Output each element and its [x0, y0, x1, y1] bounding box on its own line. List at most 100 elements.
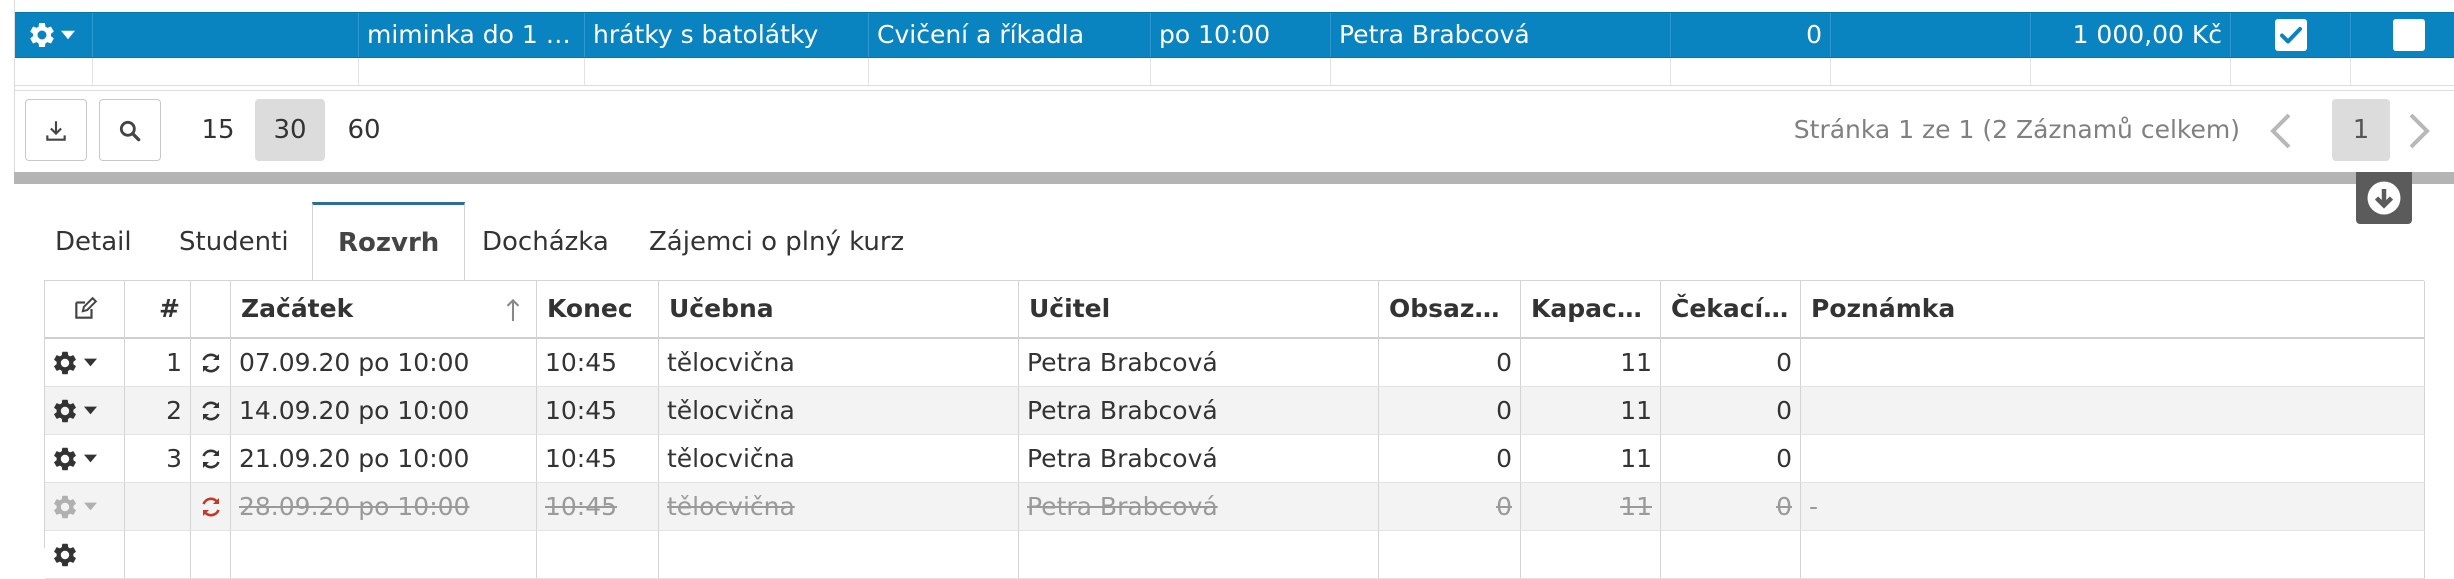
row-actions[interactable] — [45, 435, 125, 482]
cell-capacity: 11 — [1521, 483, 1661, 530]
cell-sync — [191, 339, 231, 386]
checkbox-empty-icon[interactable] — [2393, 19, 2425, 51]
sync-icon[interactable] — [199, 495, 223, 519]
cell-note — [1801, 387, 2425, 434]
cell-room — [659, 531, 1019, 578]
caret-down-icon[interactable] — [84, 454, 97, 463]
cell-number — [125, 483, 191, 530]
page-size-15[interactable]: 15 — [183, 99, 253, 161]
header-room[interactable]: Učebna — [659, 281, 1019, 337]
cell-note — [1801, 531, 2425, 578]
header-number[interactable]: # — [125, 281, 191, 337]
cell-teacher: Petra Brabcová — [1019, 435, 1379, 482]
cell-sync — [191, 483, 231, 530]
cell-teacher: Petra Brabcová — [1019, 387, 1379, 434]
cell-capacity — [1521, 531, 1661, 578]
cell-count: 0 — [1671, 13, 1831, 57]
cell-waiting — [1661, 531, 1801, 578]
splitter-bar[interactable] — [14, 172, 2454, 184]
sync-icon[interactable] — [199, 351, 223, 375]
cell-course-name: hrátky s batolátky — [585, 13, 869, 57]
gear-icon[interactable] — [51, 397, 79, 425]
cell-note — [1801, 339, 2425, 386]
row-actions[interactable] — [45, 387, 125, 434]
header-note[interactable]: Poznámka — [1801, 281, 2425, 337]
caret-down-icon[interactable] — [61, 30, 75, 40]
page-size-60[interactable]: 60 — [329, 99, 399, 161]
header-capacity[interactable]: Kapacita — [1521, 281, 1661, 337]
grid-filler-row — [15, 58, 2454, 86]
cell-number: 2 — [125, 387, 191, 434]
detail-tabs: Detail Studenti Rozvrh Docházka Zájemci … — [14, 202, 2454, 280]
sort-asc-icon — [506, 299, 520, 321]
header-teacher[interactable]: Učitel — [1019, 281, 1379, 337]
cell-start: 28.09.20 po 10:00 — [231, 483, 537, 530]
download-icon — [46, 121, 66, 141]
checkbox-checked-icon[interactable] — [2275, 19, 2307, 51]
cell-start — [231, 531, 537, 578]
sync-icon[interactable] — [199, 399, 223, 423]
tab-rozvrh[interactable]: Rozvrh — [312, 202, 466, 280]
search-button[interactable] — [99, 99, 161, 161]
cell-price: 1 000,00 Kč — [2031, 13, 2231, 57]
cell-waiting: 0 — [1661, 483, 1801, 530]
export-button[interactable] — [25, 99, 87, 161]
row-actions[interactable] — [45, 531, 125, 578]
row-actions[interactable] — [45, 339, 125, 386]
cell-empty — [93, 13, 359, 57]
gear-icon[interactable] — [51, 541, 79, 569]
cell-end — [537, 531, 659, 578]
table-header: # Začátek Konec Učebna Učitel Obsazeno K… — [45, 281, 2425, 339]
cell-teacher: Petra Brabcová — [1019, 483, 1379, 530]
course-grid: miminka do 1 r... hrátky s batolátky Cvi… — [14, 0, 2454, 90]
search-icon — [119, 120, 141, 142]
row-actions[interactable] — [45, 483, 125, 530]
table-row-cancelled[interactable]: 28.09.20 po 10:00 10:45 tělocvična Petra… — [45, 483, 2425, 531]
chevron-left-icon[interactable] — [2269, 111, 2293, 151]
caret-down-icon[interactable] — [84, 406, 97, 415]
gear-icon[interactable] — [51, 493, 79, 521]
cell-occupied: 0 — [1379, 483, 1521, 530]
table-row[interactable]: 3 21.09.20 po 10:00 10:45 tělocvična Pet… — [45, 435, 2425, 483]
cell-occupied: 0 — [1379, 435, 1521, 482]
page-number-button[interactable]: 1 — [2332, 99, 2390, 161]
cell-room: tělocvična — [659, 435, 1019, 482]
tab-zajemci[interactable]: Zájemci o plný kurz — [624, 202, 929, 278]
page-size-30[interactable]: 30 — [255, 99, 325, 161]
cell-number — [125, 531, 191, 578]
tab-studenti[interactable]: Studenti — [154, 202, 314, 278]
cell-room: tělocvična — [659, 387, 1019, 434]
header-end[interactable]: Konec — [537, 281, 659, 337]
cell-empty-2 — [1831, 13, 2031, 57]
header-edit[interactable] — [45, 281, 125, 337]
chevron-right-icon[interactable] — [2407, 111, 2431, 151]
caret-down-icon[interactable] — [84, 358, 97, 367]
table-row-partial[interactable] — [45, 531, 2425, 579]
selected-course-row[interactable]: miminka do 1 r... hrátky s batolátky Cvi… — [15, 12, 2454, 58]
gear-icon[interactable] — [51, 445, 79, 473]
header-occupied[interactable]: Obsazeno — [1379, 281, 1521, 337]
cell-course-type: miminka do 1 r... — [359, 13, 585, 57]
schedule-table: # Začátek Konec Učebna Učitel Obsazeno K… — [44, 280, 2425, 579]
table-row[interactable]: 1 07.09.20 po 10:00 10:45 tělocvična Pet… — [45, 339, 2425, 387]
gear-icon[interactable] — [51, 349, 79, 377]
gear-icon[interactable] — [27, 20, 57, 50]
cell-check-2 — [2351, 13, 2454, 57]
tab-dochazka[interactable]: Docházka — [457, 202, 634, 278]
caret-down-icon[interactable] — [84, 502, 97, 511]
pager-info: Stránka 1 ze 1 (2 Záznamů celkem) — [1793, 115, 2240, 144]
header-sync — [191, 281, 231, 337]
tab-detail[interactable]: Detail — [30, 202, 157, 278]
row-actions[interactable] — [15, 13, 93, 57]
cell-capacity: 11 — [1521, 435, 1661, 482]
cell-occupied — [1379, 531, 1521, 578]
cell-occupied: 0 — [1379, 339, 1521, 386]
cell-teacher: Petra Brabcová — [1331, 13, 1671, 57]
header-start[interactable]: Začátek — [231, 281, 537, 337]
header-waiting[interactable]: Čekací l... — [1661, 281, 1801, 337]
table-row[interactable]: 2 14.09.20 po 10:00 10:45 tělocvična Pet… — [45, 387, 2425, 435]
sync-icon[interactable] — [199, 447, 223, 471]
cell-occupied: 0 — [1379, 387, 1521, 434]
cell-teacher: Petra Brabcová — [1019, 339, 1379, 386]
cell-sync — [191, 387, 231, 434]
